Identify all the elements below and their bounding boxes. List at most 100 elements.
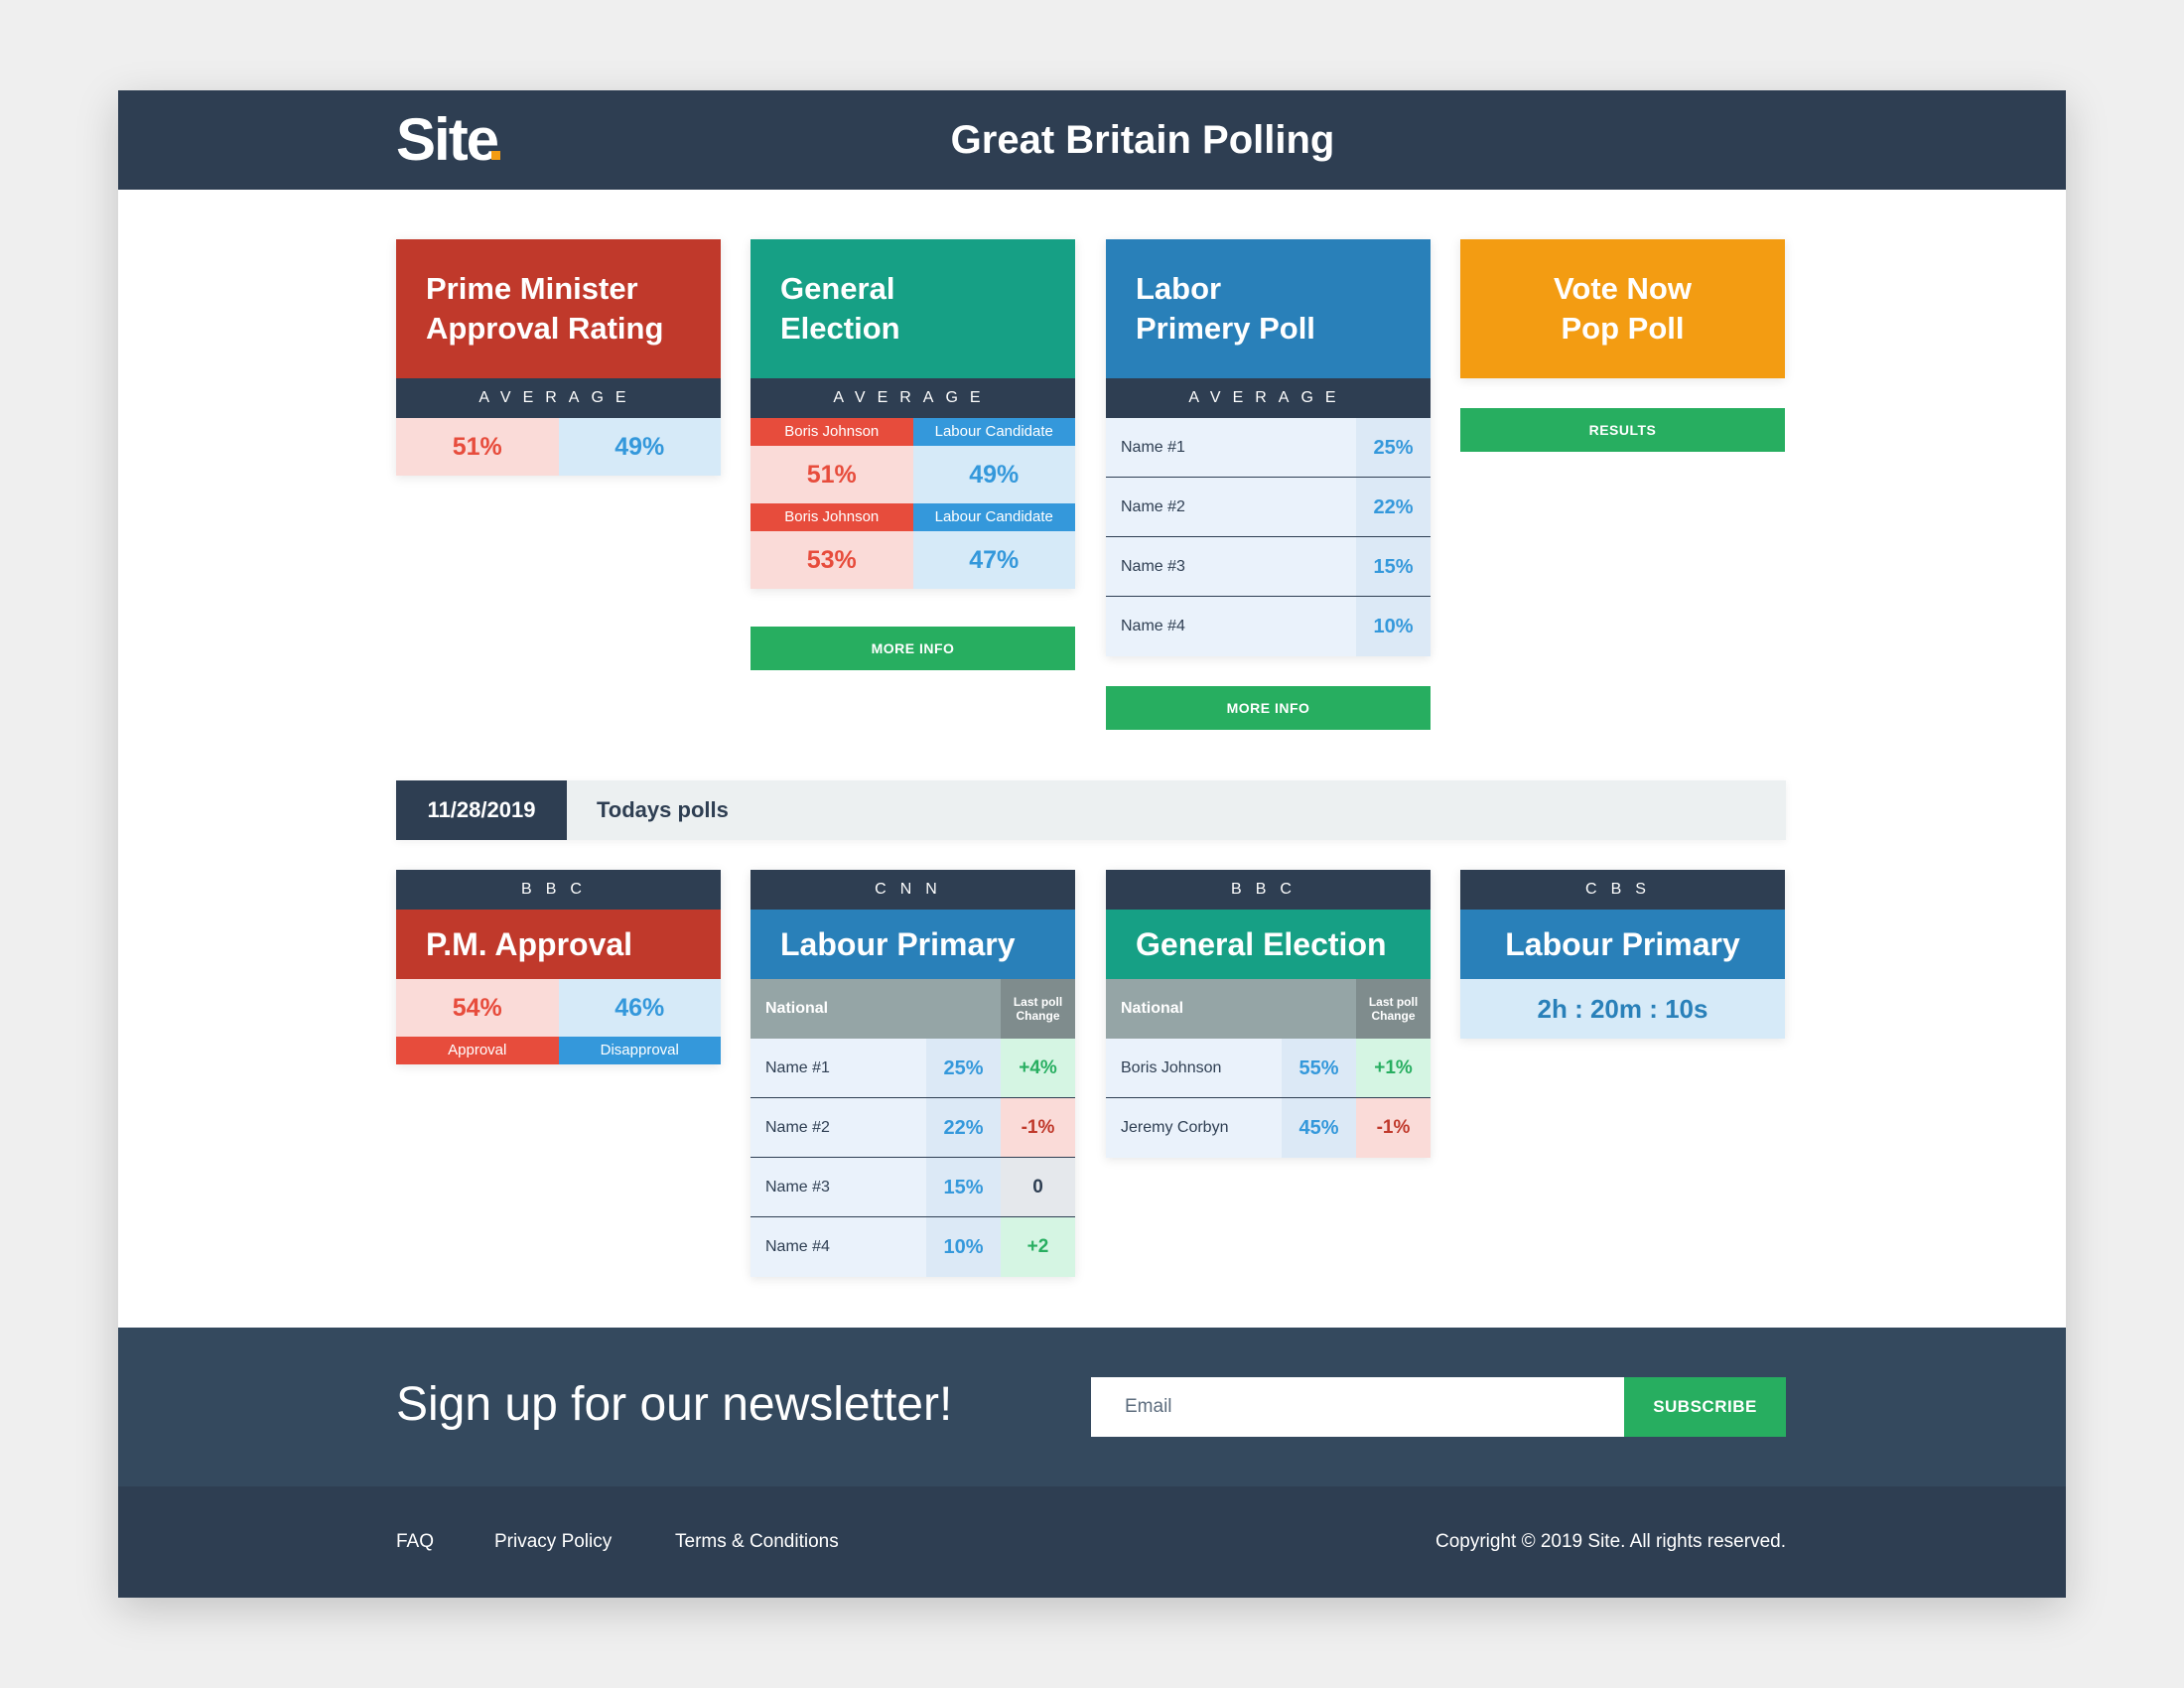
card-title-line: Vote Now [1554,271,1692,306]
page-frame: Great Britain Polling Site Prime Ministe… [118,90,2066,1598]
poll-source: CNN [751,870,1075,910]
candidate-percent: 25% [926,1039,1001,1097]
change-value: 0 [1001,1158,1075,1216]
candidate-split: 51% 49% [751,446,1075,503]
candidate-percent-right: 47% [912,531,1075,589]
footer-link-privacy-policy[interactable]: Privacy Policy [494,1486,612,1598]
vote-results-button[interactable]: RESULTS [1460,408,1785,452]
countdown-timer: 2h : 20m : 10s [1460,979,1785,1039]
table-header: National Last poll Change [751,979,1075,1039]
logo-text: Site [396,106,499,173]
candidate-name: Name #3 [765,1179,830,1196]
approval-label: Approval [396,1037,559,1064]
table-row: Boris Johnson 55% +1% [1106,1039,1431,1098]
change-value: -1% [1356,1098,1431,1158]
poll-title[interactable]: Labour Primary [751,910,1075,979]
cbs-labour-primary-poll: CBS Labour Primary 2h : 20m : 10s [1460,870,1785,1039]
column-header-national: National [765,1000,829,1017]
card-title-line: Prime Minister [426,271,638,306]
site-footer: FAQ Privacy Policy Terms & Conditions Co… [118,1486,2066,1598]
email-input[interactable] [1091,1377,1624,1437]
table-header: National Last poll Change [1106,979,1431,1039]
labor-primary-card: Labor Primery Poll AVERAGE Name #1 25% Na… [1106,239,1431,656]
candidate-name: Name #2 [1121,498,1185,515]
subscribe-button[interactable]: SUBSCRIBE [1624,1377,1786,1437]
column-header-change: Last poll Change [1356,979,1431,1039]
candidate-percent-left: 53% [751,531,913,589]
header-line: Last poll [1368,995,1419,1009]
candidate-name: Name #2 [765,1119,830,1136]
list-item: Name #3 15% [1106,537,1431,597]
column-header-national: National [1121,1000,1184,1017]
bbc-pm-approval-poll: BBC P.M. Approval 54% 46% Approval Disap… [396,870,721,1064]
bbc-general-election-poll: BBC General Election National Last poll C… [1106,870,1431,1158]
labor-primary-card-title[interactable]: Labor Primery Poll [1106,239,1431,378]
footer-link-terms-conditions[interactable]: Terms & Conditions [675,1486,839,1598]
poll-title[interactable]: Labour Primary [1460,910,1785,979]
change-value: +4% [1001,1039,1075,1097]
header-line: Last poll [1013,995,1063,1009]
header-line: Change [1371,1009,1416,1023]
candidate-name: Name #1 [765,1059,830,1076]
card-title-line: Labor [1136,271,1222,306]
poll-title[interactable]: P.M. Approval [396,910,721,979]
candidate-percent-left: 51% [751,446,913,503]
table-row: Jeremy Corbyn 45% -1% [1106,1098,1431,1158]
card-title-line: Pop Poll [1561,311,1685,346]
approval-percent: 54% [396,979,559,1037]
footer-link-faq[interactable]: FAQ [396,1486,434,1598]
candidate-percent: 15% [926,1158,1001,1216]
candidate-percent-right: 49% [912,446,1075,503]
card-title-line: Approval Rating [426,311,664,346]
candidate-percent: 10% [1356,597,1431,656]
candidate-labels: Boris Johnson Labour Candidate [751,418,1075,446]
copyright-text: Copyright © 2019 Site. All rights reserv… [1434,1531,1786,1552]
candidate-name: Jeremy Corbyn [1121,1119,1229,1136]
list-item: Name #4 10% [1106,597,1431,656]
candidate-name: Name #3 [1121,558,1185,575]
todays-polls-label: Todays polls [597,797,729,822]
change-value: +2 [1001,1217,1075,1277]
cnn-labour-primary-poll: CNN Labour Primary National Last poll Cha… [751,870,1075,1277]
poll-source: CBS [1460,870,1785,910]
poll-source: BBC [396,870,721,910]
approval-split: 51% 49% [396,418,721,476]
candidate-label-right: Labour Candidate [912,418,1075,446]
table-row: Name #1 25% +4% [751,1039,1075,1098]
general-election-more-info-button[interactable]: MORE INFO [751,627,1075,670]
candidate-split: 53% 47% [751,531,1075,589]
disapproval-label: Disapproval [558,1037,721,1064]
site-header: Great Britain Polling Site [118,90,2066,190]
site-logo[interactable]: Site [396,110,501,170]
table-row: Name #4 10% +2 [751,1217,1075,1277]
candidate-name: Name #1 [1121,439,1185,456]
candidate-percent: 55% [1282,1039,1356,1097]
vote-now-card: Vote Now Pop Poll [1460,239,1785,378]
general-election-card-title[interactable]: General Election [751,239,1075,378]
approval-labels: Approval Disapproval [396,1037,721,1064]
average-label: AVERAGE [751,378,1075,418]
candidate-percent: 22% [926,1098,1001,1157]
header-line: Change [1016,1009,1060,1023]
card-title-line: General [780,271,895,306]
average-label: AVERAGE [1106,378,1431,418]
newsletter-title: Sign up for our newsletter! [396,1378,953,1431]
change-value: +1% [1356,1039,1431,1097]
candidate-percent: 15% [1356,537,1431,596]
candidate-label-left: Boris Johnson [751,503,913,531]
card-title-line: Election [780,311,900,346]
card-title-line: Primery Poll [1136,311,1315,346]
labor-primary-more-info-button[interactable]: MORE INFO [1106,686,1431,730]
poll-source: BBC [1106,870,1431,910]
candidate-name: Name #4 [1121,618,1185,634]
approval-percent: 51% [396,418,559,476]
poll-title[interactable]: General Election [1106,910,1431,979]
column-header-change: Last poll Change [1001,979,1075,1039]
vote-now-card-title[interactable]: Vote Now Pop Poll [1460,239,1785,378]
candidate-percent: 22% [1356,478,1431,536]
todays-polls-bar: 11/28/2019 Todays polls [396,780,1786,840]
change-value: -1% [1001,1098,1075,1157]
list-item: Name #1 25% [1106,418,1431,478]
pm-approval-card-title[interactable]: Prime Minister Approval Rating [396,239,721,378]
general-election-card: General Election AVERAGE Boris Johnson L… [751,239,1075,589]
